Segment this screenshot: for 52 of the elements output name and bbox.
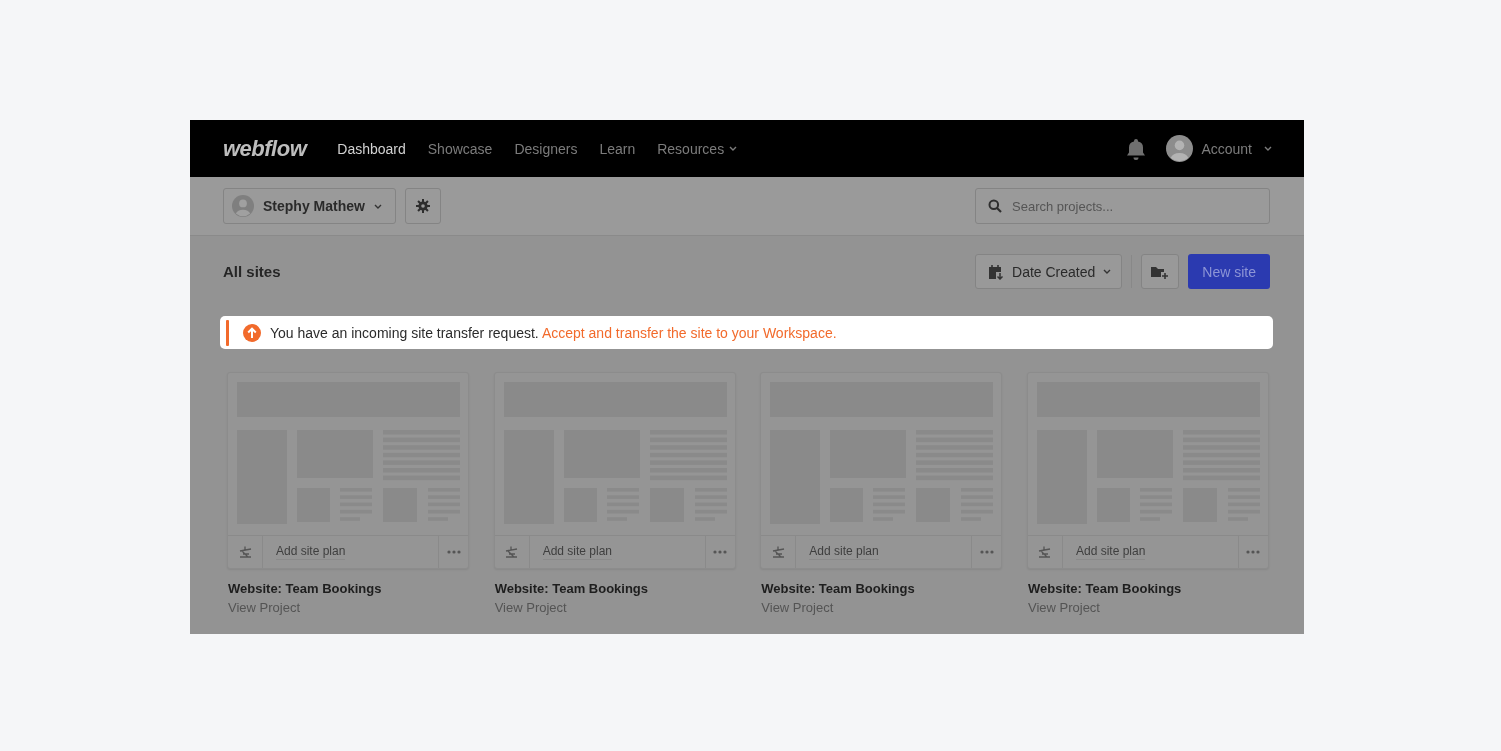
sort-dropdown[interactable]: Date Created — [975, 254, 1123, 289]
view-project-link[interactable]: View Project — [494, 600, 567, 615]
view-project-link[interactable]: View Project — [1027, 600, 1100, 615]
site-card[interactable]: Add site plan — [493, 372, 736, 569]
view-project-link[interactable]: View Project — [761, 600, 834, 615]
search-icon — [988, 199, 1002, 213]
settings-button[interactable] — [404, 188, 441, 224]
site-plan-icon — [504, 545, 520, 559]
site-plan-icon — [770, 545, 786, 559]
caret-icon — [373, 203, 382, 209]
nav-link[interactable]: Learn — [588, 136, 647, 161]
site-card[interactable]: Add site plan — [227, 372, 469, 569]
site-card[interactable]: Add site plan — [760, 372, 1003, 569]
nav-link[interactable]: Resources — [646, 136, 749, 161]
more-icon — [979, 550, 994, 554]
site-card[interactable]: Add site plan — [1026, 372, 1269, 569]
account-menu[interactable]: Account — [1166, 135, 1272, 162]
avatar-icon — [232, 195, 254, 217]
folder-plus-icon — [1151, 264, 1170, 279]
nav-link[interactable]: Showcase — [416, 136, 504, 161]
add-site-plan-link[interactable]: Add site plan — [1075, 544, 1146, 560]
banner-message: You have an incoming site transfer request. Accept and transfer the site to your Workspace. — [270, 324, 837, 341]
new-folder-button[interactable] — [1141, 254, 1180, 289]
bell-icon[interactable] — [1126, 137, 1147, 160]
account-label: Account — [1201, 140, 1252, 157]
site-title: Website: Team Bookings — [494, 581, 650, 596]
caret-icon — [1264, 146, 1272, 151]
more-icon — [446, 550, 461, 554]
page-title: All sites — [223, 263, 282, 280]
add-site-plan-link[interactable]: Add site plan — [276, 544, 346, 560]
site-plan-icon — [237, 545, 253, 559]
nav-link[interactable]: Designers — [503, 136, 589, 161]
view-project-link[interactable]: View Project — [228, 600, 300, 615]
avatar-icon — [1166, 135, 1194, 162]
more-icon — [713, 550, 728, 554]
site-title: Website: Team Bookings — [1027, 581, 1183, 596]
add-site-plan-link[interactable]: Add site plan — [542, 544, 613, 560]
accept-transfer-link[interactable]: Accept and transfer the site to your Workspace. — [541, 324, 837, 341]
site-title: Website: Team Bookings — [228, 581, 383, 596]
site-plan-icon — [1037, 545, 1053, 559]
webflow-logo[interactable]: webflow — [223, 135, 307, 162]
nav-link[interactable]: Dashboard — [326, 136, 417, 161]
search-field[interactable]: Search projects... — [975, 188, 1270, 224]
more-icon — [1246, 550, 1261, 554]
new-site-button[interactable]: New site — [1188, 254, 1270, 289]
caret-icon — [1103, 269, 1112, 274]
site-title: Website: Team Bookings — [761, 581, 916, 596]
caret-icon — [729, 146, 738, 151]
add-site-plan-link[interactable]: Add site plan — [809, 544, 879, 560]
settings-icon — [415, 199, 430, 213]
workspace-dropdown[interactable]: Stephy Mathew — [223, 188, 396, 224]
calendar-icon — [988, 263, 1005, 280]
